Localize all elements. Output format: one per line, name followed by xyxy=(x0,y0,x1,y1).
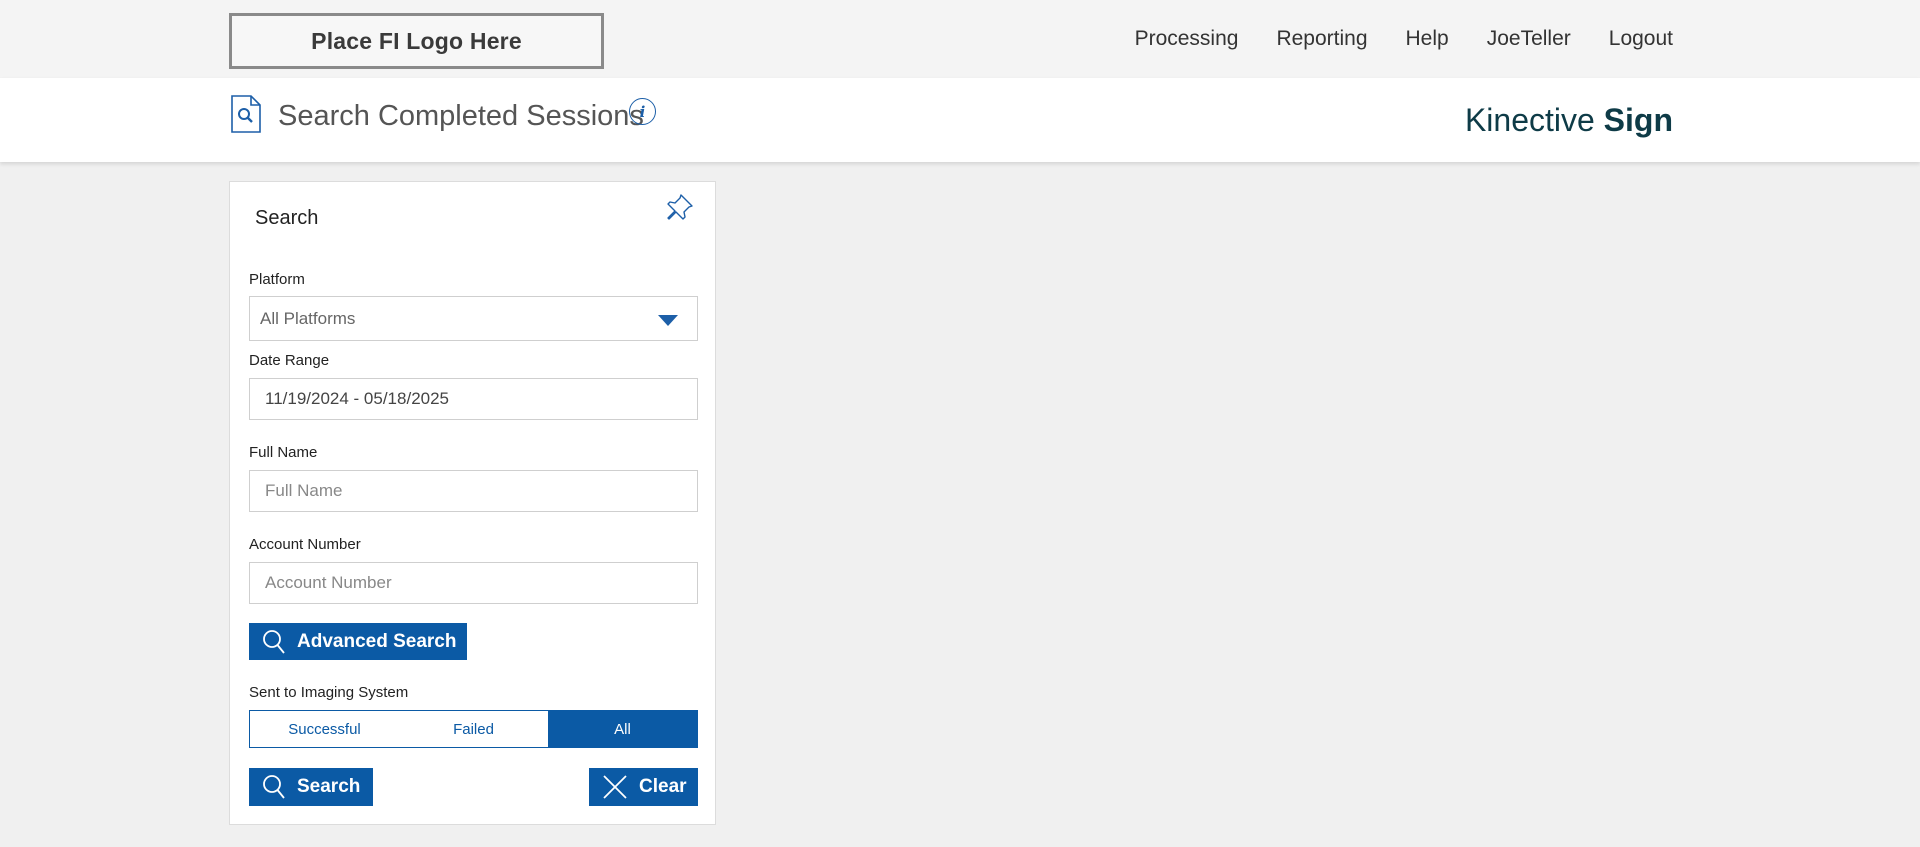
chevron-down-icon xyxy=(658,315,678,326)
brand-light-text: Kinective xyxy=(1464,102,1604,138)
imaging-label: Sent to Imaging System xyxy=(249,684,409,701)
info-icon[interactable]: i xyxy=(629,98,656,125)
fi-logo-placeholder[interactable]: Place FI Logo Here xyxy=(229,13,604,69)
platform-select[interactable]: All Platforms xyxy=(249,296,698,341)
clear-button-label: Clear xyxy=(639,776,687,797)
close-icon xyxy=(603,775,627,799)
full-name-input[interactable] xyxy=(249,470,698,512)
date-range-label: Date Range xyxy=(249,352,330,369)
nav-processing[interactable]: Processing xyxy=(1135,27,1239,51)
brand-bold-text: Sign xyxy=(1603,102,1673,138)
search-icon xyxy=(263,629,285,654)
page-title: Search Completed Sessions xyxy=(278,100,644,132)
search-button[interactable]: Search xyxy=(249,768,373,806)
platform-label: Platform xyxy=(249,271,305,288)
clear-button[interactable]: Clear xyxy=(589,768,698,806)
imaging-status-toggle: Successful Failed All xyxy=(249,710,698,748)
advanced-search-label: Advanced Search xyxy=(297,630,457,652)
nav-help[interactable]: Help xyxy=(1406,27,1449,51)
platform-select-value: All Platforms xyxy=(260,309,356,328)
panel-title: Search xyxy=(255,207,319,229)
document-search-icon xyxy=(231,95,261,133)
nav-reporting[interactable]: Reporting xyxy=(1276,27,1367,51)
account-number-input[interactable] xyxy=(249,562,698,604)
top-nav: Processing Reporting Help JoeTeller Logo… xyxy=(1097,0,1673,78)
search-button-label: Search xyxy=(297,776,361,797)
pin-icon[interactable] xyxy=(662,191,696,225)
search-icon xyxy=(263,775,285,799)
imaging-option-failed[interactable]: Failed xyxy=(399,711,548,747)
full-name-label: Full Name xyxy=(249,444,318,461)
nav-user-joeteller[interactable]: JoeTeller xyxy=(1487,27,1571,51)
top-bar: Place FI Logo Here Processing Reporting … xyxy=(0,0,1920,78)
imaging-option-successful[interactable]: Successful xyxy=(250,711,399,747)
date-range-input[interactable] xyxy=(249,378,698,420)
title-bar: Search Completed Sessions i Kinective Si… xyxy=(0,78,1920,162)
advanced-search-button[interactable]: Advanced Search xyxy=(249,623,467,660)
imaging-option-all[interactable]: All xyxy=(548,711,697,747)
nav-logout[interactable]: Logout xyxy=(1609,27,1673,51)
account-number-label: Account Number xyxy=(249,536,361,553)
brand-logo: Kinective Sign xyxy=(1465,102,1673,139)
search-panel: Search Platform All Platforms Date Range… xyxy=(229,181,716,825)
